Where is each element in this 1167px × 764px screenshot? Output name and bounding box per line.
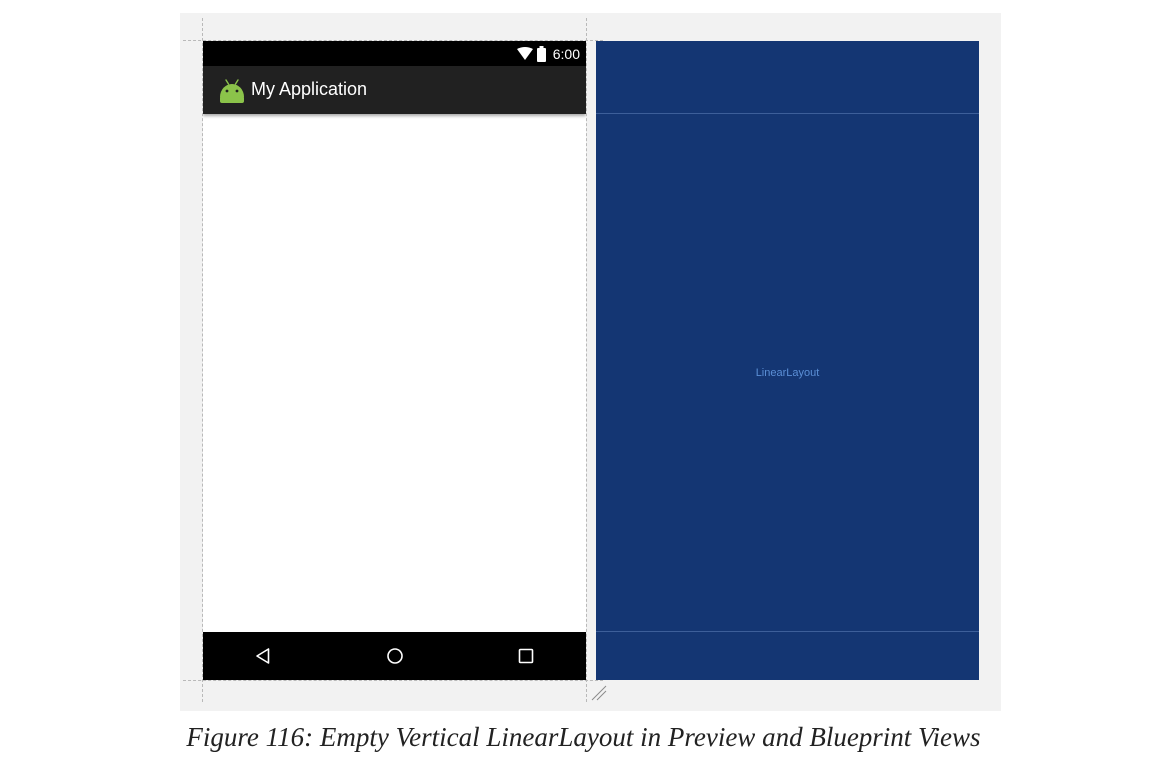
blueprint-action-bar-boundary bbox=[596, 113, 979, 114]
action-bar: My Application bbox=[203, 66, 586, 114]
navigation-bar bbox=[203, 632, 586, 680]
recents-square-icon[interactable] bbox=[514, 644, 538, 668]
right-guide-line bbox=[586, 18, 587, 702]
battery-icon bbox=[536, 45, 546, 62]
android-robot-icon bbox=[220, 79, 244, 103]
resize-handle-icon[interactable] bbox=[589, 683, 607, 701]
blueprint-view[interactable]: LinearLayout bbox=[596, 41, 979, 680]
bottom-guide-line bbox=[183, 680, 603, 681]
blueprint-nav-bar-boundary bbox=[596, 631, 979, 632]
status-time: 6:00 bbox=[552, 45, 580, 62]
linear-layout-label: LinearLayout bbox=[755, 367, 820, 379]
app-title: My Application bbox=[251, 79, 368, 99]
back-triangle-icon[interactable] bbox=[252, 644, 276, 668]
device-preview[interactable]: 6:00 My Application bbox=[203, 41, 586, 680]
wifi-icon bbox=[516, 46, 533, 60]
status-bar: 6:00 bbox=[203, 41, 586, 66]
home-circle-icon[interactable] bbox=[383, 644, 407, 668]
figure-caption: Figure 116: Empty Vertical LinearLayout … bbox=[186, 722, 981, 752]
